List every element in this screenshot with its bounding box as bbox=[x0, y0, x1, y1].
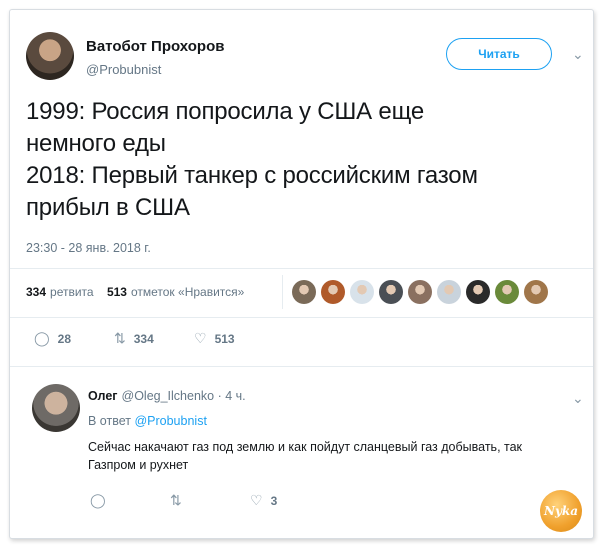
chevron-down-icon[interactable]: ⌄ bbox=[572, 390, 584, 407]
divider bbox=[10, 268, 593, 269]
liker-avatar[interactable] bbox=[350, 280, 374, 304]
heart-icon: ♡ bbox=[194, 330, 207, 346]
stats-separator bbox=[282, 275, 283, 309]
liker-avatar[interactable] bbox=[437, 280, 461, 304]
reply-author-avatar[interactable] bbox=[32, 384, 80, 432]
retweets-label: ретвита bbox=[50, 285, 94, 299]
reply-to-handle[interactable]: @Probubnist bbox=[134, 414, 206, 428]
retweet-icon: ⇅ bbox=[170, 492, 182, 508]
engagement-stats: 334 ретвита 513 отметок «Нравится» bbox=[26, 285, 244, 299]
divider bbox=[10, 317, 593, 318]
retweets-stat[interactable]: 334 ретвита bbox=[26, 285, 94, 299]
reply-icon: ◯ bbox=[90, 492, 106, 508]
reply-to-prefix: В ответ bbox=[88, 414, 131, 428]
heart-icon: ♡ bbox=[250, 492, 263, 508]
tweet-card: Ватобот Прохоров @Probubnist Читать ⌄ 19… bbox=[9, 9, 594, 539]
reply-retweet-action[interactable]: ⇅ bbox=[170, 492, 182, 509]
liker-avatar[interactable] bbox=[379, 280, 403, 304]
chevron-down-icon[interactable]: ⌄ bbox=[572, 46, 584, 63]
reply-like-action[interactable]: ♡ 3 bbox=[250, 492, 277, 509]
like-action-count: 513 bbox=[214, 331, 235, 346]
retweets-count: 334 bbox=[26, 285, 47, 299]
reply-author-name[interactable]: Олег bbox=[88, 389, 118, 403]
likers-avatars bbox=[292, 280, 548, 304]
reply-to-line: В ответ @Probubnist bbox=[88, 414, 207, 428]
reply-text: Сейчас накачают газ под землю и как пойд… bbox=[88, 440, 523, 472]
tweet-text: 1999: Россия попросила у США еще немного… bbox=[26, 98, 478, 221]
retweet-action[interactable]: ⇅ 334 bbox=[114, 330, 154, 347]
liker-avatar[interactable] bbox=[466, 280, 490, 304]
liker-avatar[interactable] bbox=[524, 280, 548, 304]
liker-avatar[interactable] bbox=[321, 280, 345, 304]
retweet-action-count: 334 bbox=[133, 331, 154, 346]
replies-count: 28 bbox=[57, 331, 72, 346]
liker-avatar[interactable] bbox=[495, 280, 519, 304]
likes-label: отметок «Нравится» bbox=[130, 285, 245, 299]
divider bbox=[10, 366, 593, 367]
author-name[interactable]: Ватобот Прохоров bbox=[86, 38, 224, 55]
reply-author-handle[interactable]: @Oleg_Ilchenko bbox=[122, 389, 215, 403]
reply-action[interactable]: ◯ 28 bbox=[34, 330, 71, 347]
author-avatar[interactable] bbox=[26, 32, 74, 80]
liker-avatar[interactable] bbox=[292, 280, 316, 304]
reply-time[interactable]: · 4 ч. bbox=[218, 389, 246, 403]
like-action[interactable]: ♡ 513 bbox=[194, 330, 235, 347]
follow-button[interactable]: Читать bbox=[446, 38, 552, 70]
reply-likes-count: 3 bbox=[270, 493, 278, 508]
likes-count: 513 bbox=[106, 285, 127, 299]
reply-icon: ◯ bbox=[34, 330, 50, 346]
reply-header: Олег @Oleg_Ilchenko · 4 ч. bbox=[88, 389, 246, 403]
author-handle[interactable]: @Probubnist bbox=[86, 62, 161, 77]
reply-reply-action[interactable]: ◯ bbox=[90, 492, 106, 509]
liker-avatar[interactable] bbox=[408, 280, 432, 304]
retweet-icon: ⇅ bbox=[114, 330, 126, 346]
watermark-logo: Nyka bbox=[540, 490, 582, 532]
tweet-timestamp[interactable]: 23:30 - 28 янв. 2018 г. bbox=[26, 241, 151, 255]
likes-stat[interactable]: 513 отметок «Нравится» bbox=[107, 285, 244, 299]
